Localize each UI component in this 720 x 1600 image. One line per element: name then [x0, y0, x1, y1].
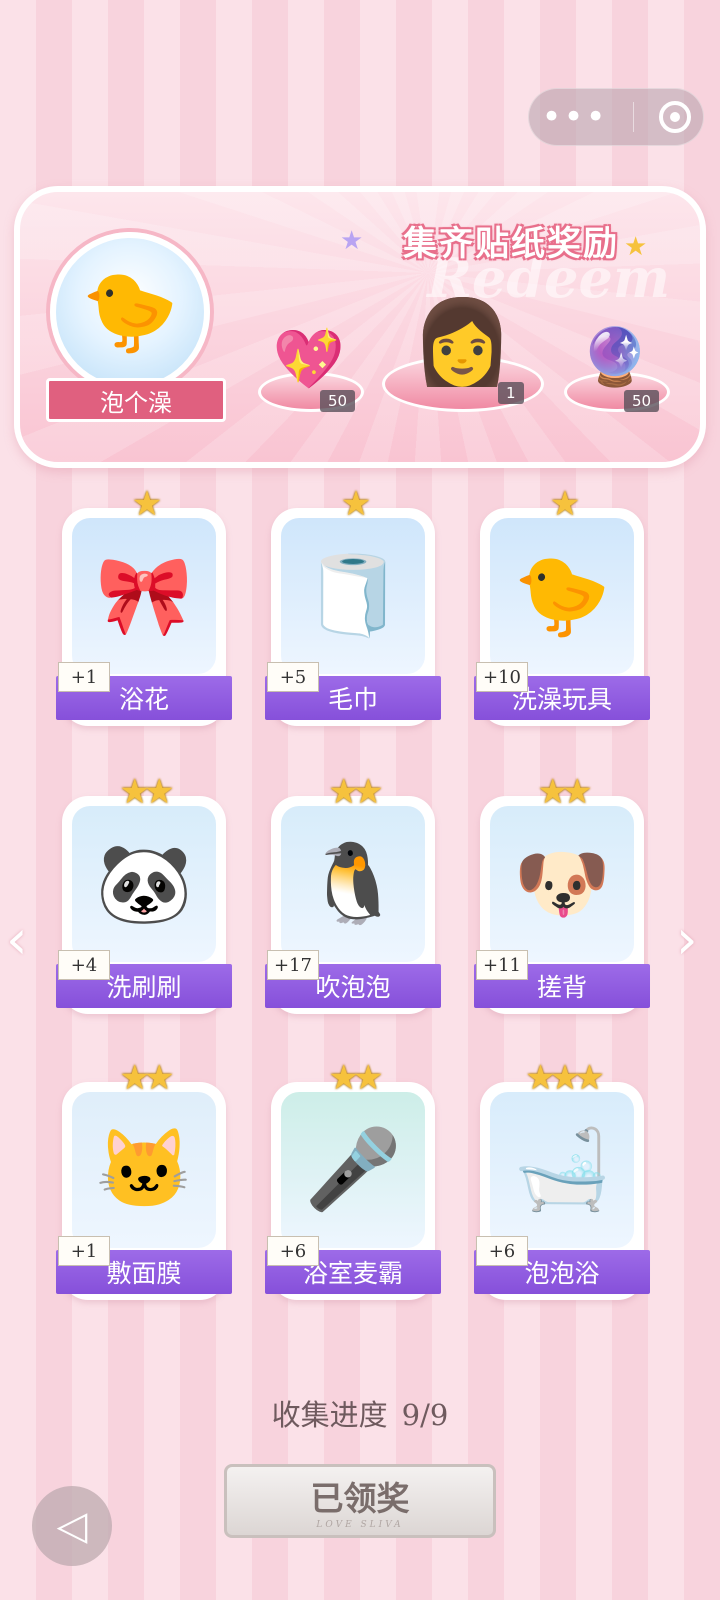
- capsule-divider: [632, 102, 634, 132]
- avatar-portrait-icon[interactable]: 👩: [411, 288, 513, 398]
- theme-label-text: 泡个澡: [100, 388, 172, 417]
- card-count-badge: +4: [58, 950, 110, 980]
- collection-progress: 收集进度 9/9: [0, 1392, 720, 1434]
- sticker-art-icon: 🎀: [72, 518, 216, 674]
- mini-program-capsule: •••: [528, 88, 704, 146]
- theme-label: 泡个澡: [46, 378, 226, 422]
- progress-label: 收集进度: [271, 1398, 388, 1432]
- sticker-card[interactable]: 🐶 ★★ 搓背 +11: [474, 772, 650, 1014]
- banner-title-wrap: 集齐贴纸奖励: [366, 214, 656, 266]
- back-arrow-icon[interactable]: ◁: [32, 1486, 112, 1566]
- prev-page-arrow-icon[interactable]: ‹: [6, 908, 28, 971]
- star-rating-icon: ★: [549, 484, 580, 524]
- sticker-art-icon: 🐶: [490, 806, 634, 962]
- sticker-card[interactable]: 🐱 ★★ 敷面膜 +1: [56, 1058, 232, 1300]
- sticker-art-icon: 🛁: [490, 1092, 634, 1248]
- card-count-badge: +5: [267, 662, 319, 692]
- card-count-badge: +17: [267, 950, 319, 980]
- card-label: 搓背: [536, 973, 587, 1002]
- sticker-card[interactable]: 🎤 ★★ 浴室麦霸 +6: [265, 1058, 441, 1300]
- card-count-badge: +6: [476, 1236, 528, 1266]
- reward-banner: Redeem ★ ★ 集齐贴纸奖励 🐤 泡个澡 💖 50 👩 1 🔮 50: [14, 186, 706, 468]
- star-rating-icon: ★: [340, 484, 371, 524]
- duck-medal-icon: 🐤: [50, 232, 210, 392]
- star-rating-icon: ★★: [537, 772, 593, 812]
- more-dots-icon[interactable]: •••: [541, 100, 607, 134]
- sticker-card[interactable]: 🛁 ★★★ 泡泡浴 +6: [474, 1058, 650, 1300]
- claimed-button[interactable]: 已领奖 LOVE SLIVA: [224, 1464, 496, 1538]
- reward-qty: 50: [320, 390, 356, 412]
- energy-orb-icon[interactable]: 🔮: [572, 322, 658, 392]
- card-count-badge: +11: [476, 950, 528, 980]
- star-rating-icon: ★★: [119, 772, 175, 812]
- card-label: 泡泡浴: [524, 1259, 600, 1288]
- card-count-badge: +1: [58, 1236, 110, 1266]
- card-count-badge: +1: [58, 662, 110, 692]
- sticker-art-icon: 🐧: [281, 806, 425, 962]
- sticker-card[interactable]: 🧻 ★ 毛巾 +5: [265, 484, 441, 726]
- reward-qty: 1: [498, 382, 524, 404]
- star-rating-icon: ★★: [328, 772, 384, 812]
- banner-title: 集齐贴纸奖励: [403, 223, 619, 264]
- sticker-art-icon: 🐤: [490, 518, 634, 674]
- progress-value: 9/9: [401, 1398, 449, 1432]
- sticker-art-icon: 🎤: [281, 1092, 425, 1248]
- card-label: 洗刷刷: [106, 973, 182, 1002]
- card-label: 敷面膜: [106, 1259, 182, 1288]
- sticker-card[interactable]: 🐼 ★★ 洗刷刷 +4: [56, 772, 232, 1014]
- sticker-art-icon: 🐼: [72, 806, 216, 962]
- star-rating-icon: ★: [131, 484, 162, 524]
- purple-star-icon: ★: [340, 226, 364, 256]
- target-circle-icon[interactable]: [658, 101, 691, 133]
- sticker-art-icon: 🐱: [72, 1092, 216, 1248]
- sticker-card[interactable]: 🐤 ★ 洗澡玩具 +10: [474, 484, 650, 726]
- star-rating-icon: ★★: [328, 1058, 384, 1098]
- reward-qty: 50: [624, 390, 660, 412]
- card-label: 浴花: [118, 685, 169, 714]
- sticker-card[interactable]: 🎀 ★ 浴花 +1: [56, 484, 232, 726]
- card-count-badge: +6: [267, 1236, 319, 1266]
- next-page-arrow-icon[interactable]: ›: [676, 908, 698, 971]
- sticker-art-icon: 🧻: [281, 518, 425, 674]
- heart-gem-icon[interactable]: 💖: [264, 324, 354, 394]
- claimed-button-subtext: LOVE SLIVA: [316, 1520, 404, 1530]
- card-label: 吹泡泡: [315, 973, 391, 1002]
- card-count-badge: +10: [476, 662, 528, 692]
- sticker-card[interactable]: 🐧 ★★ 吹泡泡 +17: [265, 772, 441, 1014]
- claimed-button-label: 已领奖: [310, 1479, 410, 1518]
- star-rating-icon: ★★: [119, 1058, 175, 1098]
- star-rating-icon: ★★★: [525, 1058, 604, 1098]
- card-label: 毛巾: [327, 685, 378, 714]
